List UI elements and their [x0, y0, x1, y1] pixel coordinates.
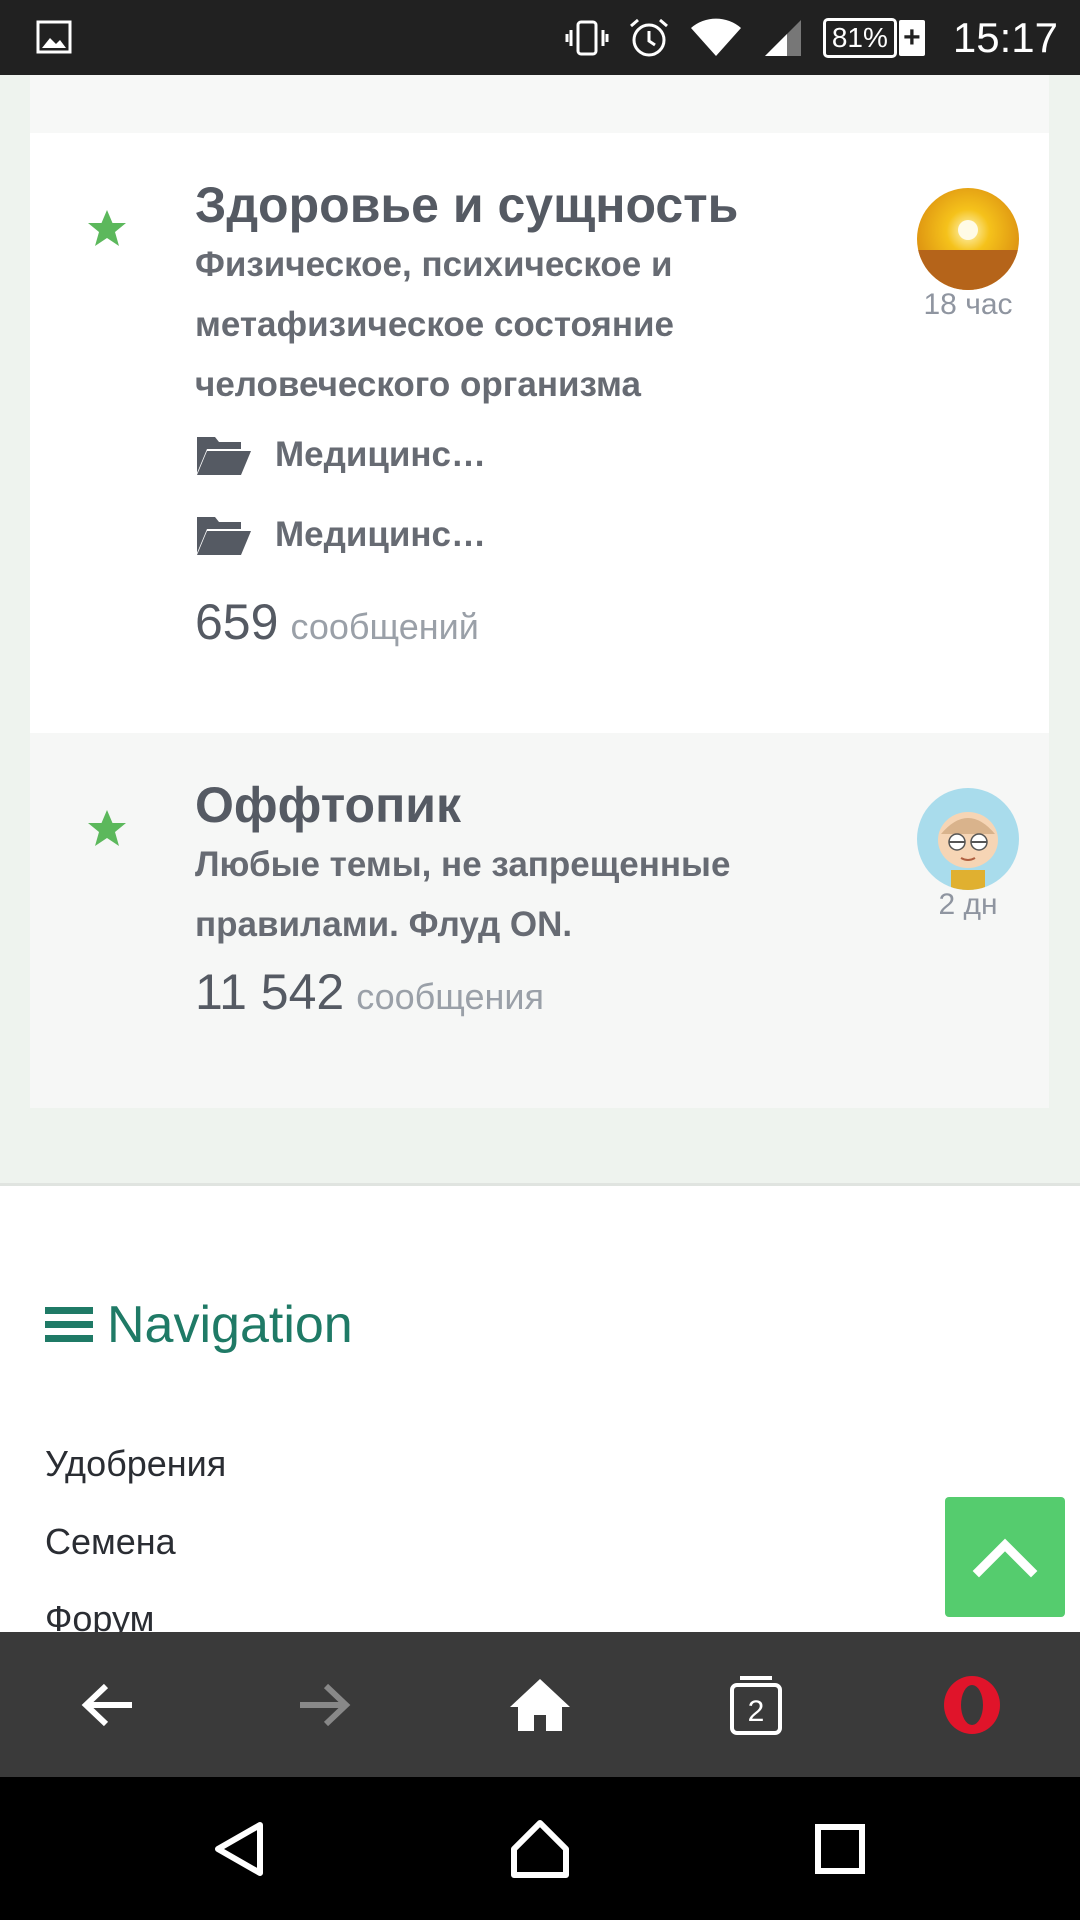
home-button[interactable]	[432, 1632, 648, 1777]
user-avatar[interactable]	[917, 188, 1019, 290]
opera-menu-button[interactable]	[864, 1632, 1080, 1777]
battery-icon: 81% +	[822, 17, 925, 58]
chevron-up-icon	[972, 1538, 1038, 1578]
browser-toolbar: 2	[0, 1632, 1080, 1777]
forum-card[interactable]: Оффтопик Любые темы, не запрещенные прав…	[30, 733, 1049, 1108]
tabs-icon: 2	[730, 1675, 782, 1735]
post-count: 659 сообщений	[195, 593, 795, 651]
forum-card[interactable]: Здоровье и сущность Физическое, психичес…	[30, 133, 1049, 733]
navigation-heading: Navigation	[45, 1295, 353, 1355]
post-count: 11 542 сообщения	[195, 963, 795, 1021]
subforum-link[interactable]: Медицинс…	[195, 415, 795, 495]
triangle-back-icon	[215, 1821, 263, 1876]
subforum-label[interactable]: Медицинс…	[275, 515, 486, 555]
post-count-label: сообщений	[290, 606, 479, 647]
system-home-button[interactable]	[432, 1777, 648, 1920]
post-count-number: 11 542	[195, 964, 345, 1020]
footer-navigation	[0, 1186, 1080, 1632]
scroll-to-top-button[interactable]	[945, 1497, 1065, 1617]
system-back-button[interactable]	[132, 1777, 348, 1920]
forum-description: Любые темы, не запрещенные правилами. Фл…	[195, 845, 731, 944]
star-icon	[88, 810, 126, 846]
post-count-number: 659	[195, 594, 279, 650]
forum-title[interactable]: Здоровье и сущность	[195, 175, 795, 235]
back-button[interactable]	[0, 1632, 216, 1777]
nav-link-fertilizers[interactable]: Удобрения	[45, 1443, 226, 1485]
hamburger-icon	[45, 1307, 93, 1342]
nav-link-seeds[interactable]: Семена	[45, 1521, 176, 1563]
charging-indicator: +	[898, 19, 925, 56]
navigation-title: Navigation	[107, 1296, 353, 1354]
back-icon	[81, 1683, 132, 1726]
subforum-label[interactable]: Медицинс…	[275, 435, 486, 475]
home-outline-icon	[511, 1819, 569, 1878]
last-post-time: 2 дн	[938, 888, 998, 921]
system-navigation-bar	[0, 1777, 1080, 1920]
alarm-icon	[629, 18, 668, 56]
post-count-label: сообщения	[356, 976, 545, 1017]
forum-description: Физическое, психическое и метафизическое…	[195, 245, 674, 404]
tabs-button[interactable]: 2	[648, 1632, 864, 1777]
subforum-link[interactable]: Медицинс…	[195, 495, 795, 575]
nav-overflow-clip: Форум	[0, 1590, 1080, 1632]
forward-icon	[300, 1683, 351, 1726]
opera-icon	[944, 1675, 1000, 1734]
last-post-time: 18 час	[923, 288, 1013, 321]
home-icon	[510, 1678, 570, 1731]
clock: 15:17	[952, 13, 1058, 61]
nav-link-forum[interactable]: Форум	[45, 1598, 154, 1632]
battery-percent: 81%	[831, 21, 888, 53]
signal-icon	[764, 19, 801, 56]
forward-button[interactable]	[216, 1632, 432, 1777]
square-recents-icon	[815, 1823, 865, 1874]
previous-card-bottom	[30, 75, 1049, 133]
wifi-icon	[690, 18, 741, 56]
folder-open-icon	[197, 437, 251, 475]
folder-open-icon	[197, 517, 251, 555]
system-recents-button[interactable]	[732, 1777, 948, 1920]
tabs-count: 2	[748, 1695, 765, 1728]
forum-title[interactable]: Оффтопик	[195, 775, 795, 835]
image-icon	[36, 20, 72, 54]
star-icon	[88, 210, 126, 246]
user-avatar[interactable]	[917, 788, 1019, 890]
status-bar: 81% + 15:17	[0, 0, 1080, 75]
vibrate-icon	[565, 20, 609, 55]
